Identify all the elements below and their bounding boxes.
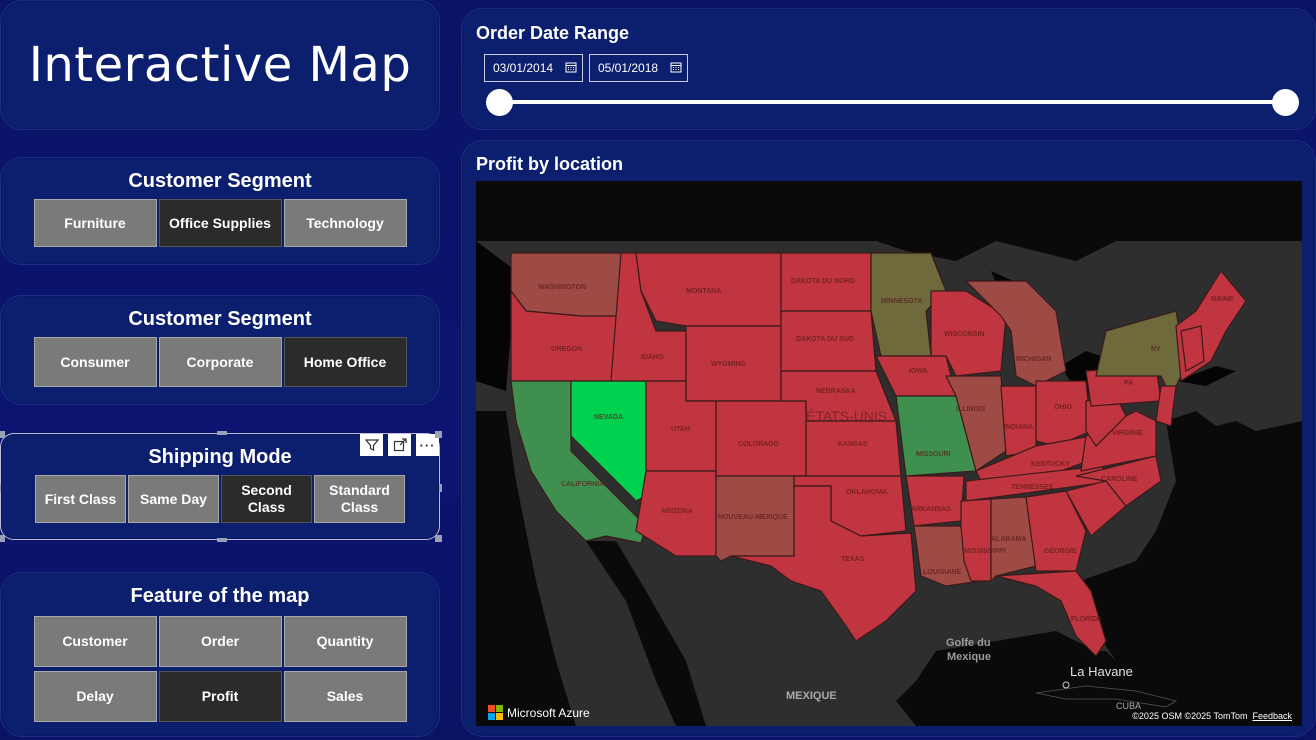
resize-handle[interactable]: [0, 431, 5, 438]
date-slider-start-handle[interactable]: [486, 89, 513, 116]
slicer-button-corporate[interactable]: Corporate: [158, 337, 282, 387]
end-date-value: 05/01/2018: [598, 61, 659, 75]
shipping-slicer[interactable]: ··· Shipping Mode First Class Same Day S…: [0, 431, 442, 542]
svg-text:DAKOTA DU NORD: DAKOTA DU NORD: [791, 278, 855, 285]
slicer-button-standard-class[interactable]: Standard Class: [314, 475, 405, 523]
slicer-button-furniture[interactable]: Furniture: [33, 199, 157, 247]
cuba-label: CUBA: [1116, 701, 1141, 711]
profit-map[interactable]: WASHINGTON OREGON CALIFORNIA NEVADA IDAHO M…: [476, 181, 1302, 726]
microsoft-logo-icon: [488, 705, 503, 720]
svg-text:NOUVEAU-MEXIQUE: NOUVEAU-MEXIQUE: [718, 514, 788, 521]
visual-toolbar: ···: [360, 434, 439, 456]
segment-slicer: Customer Segment Consumer Corporate Home…: [0, 295, 440, 405]
resize-handle[interactable]: [217, 538, 227, 542]
slicer-button-profit[interactable]: Profit: [158, 671, 282, 722]
slicer-button-customer[interactable]: Customer: [33, 616, 157, 667]
map-canvas[interactable]: WASHINGTON OREGON CALIFORNIA NEVADA IDAHO M…: [476, 181, 1302, 726]
map-copyright: ©2025 OSM ©2025 TomTom Feedback: [1132, 711, 1292, 721]
map-title: Profit by location: [476, 154, 624, 174]
svg-text:MISSISSIPPI: MISSISSIPPI: [964, 548, 1006, 555]
slicer-button-sales[interactable]: Sales: [283, 671, 407, 722]
slicer-button-order[interactable]: Order: [158, 616, 282, 667]
slicer-button-same-day[interactable]: Same Day: [128, 475, 219, 523]
svg-text:INDIANA: INDIANA: [1004, 424, 1033, 431]
svg-text:TENNESSEE: TENNESSEE: [1011, 484, 1054, 491]
date-range-title: Order Date Range: [476, 23, 630, 43]
svg-text:CAROLINE: CAROLINE: [1101, 476, 1138, 483]
slicer-button-delay[interactable]: Delay: [33, 671, 157, 722]
resize-handle[interactable]: [0, 535, 5, 542]
slicer-button-technology[interactable]: Technology: [283, 199, 407, 247]
svg-text:DAKOTA DU SUD: DAKOTA DU SUD: [796, 336, 854, 343]
svg-text:WASHINGTON: WASHINGTON: [538, 284, 586, 291]
title-card: Interactive Map: [0, 0, 440, 130]
date-range-slicer: Order Date Range 03/01/2014 05/01/2018: [461, 8, 1316, 130]
svg-text:COLORADO: COLORADO: [738, 441, 779, 448]
svg-text:IOWA: IOWA: [909, 368, 928, 375]
date-slider-end-handle[interactable]: [1272, 89, 1299, 116]
calendar-icon[interactable]: [670, 61, 682, 76]
svg-text:WISCONSIN: WISCONSIN: [944, 331, 984, 338]
map-provider: Microsoft Azure: [507, 705, 590, 720]
svg-text:MAINE: MAINE: [1211, 296, 1234, 303]
svg-text:ARIZONA: ARIZONA: [661, 508, 693, 515]
date-slider-track[interactable]: [500, 100, 1283, 104]
svg-text:NY: NY: [1151, 346, 1161, 353]
slicer-title: Customer Segment: [128, 170, 312, 192]
slicer-button-office-supplies[interactable]: Office Supplies: [158, 199, 282, 247]
svg-text:UTAH: UTAH: [671, 426, 690, 433]
svg-text:MISSOURI: MISSOURI: [916, 451, 951, 458]
feedback-link[interactable]: Feedback: [1252, 711, 1292, 721]
svg-text:IDAHO: IDAHO: [641, 354, 664, 361]
svg-text:ILLINOIS: ILLINOIS: [956, 406, 986, 413]
svg-text:OKLAHOMA: OKLAHOMA: [846, 489, 887, 496]
svg-text:MINNESOTA: MINNESOTA: [881, 298, 922, 305]
svg-text:VIRGINIE: VIRGINIE: [1112, 430, 1143, 437]
resize-handle[interactable]: [439, 484, 442, 492]
start-date-value: 03/01/2014: [493, 61, 554, 75]
start-date-input[interactable]: 03/01/2014: [484, 54, 583, 82]
filter-icon[interactable]: [360, 434, 383, 456]
svg-text:MONTANA: MONTANA: [686, 288, 721, 295]
resize-handle[interactable]: [217, 431, 227, 435]
svg-text:NEVADA: NEVADA: [594, 414, 623, 421]
slicer-button-quantity[interactable]: Quantity: [283, 616, 407, 667]
svg-text:ALABAMA: ALABAMA: [991, 536, 1026, 543]
country-label-usa: ÉTATS-UNIS: [806, 408, 887, 424]
resize-handle[interactable]: [435, 535, 442, 542]
slicer-button-second-class[interactable]: Second Class: [221, 475, 312, 523]
resize-handle[interactable]: [0, 484, 1, 492]
slicer-button-consumer[interactable]: Consumer: [33, 337, 157, 387]
mexico-label: MEXIQUE: [786, 690, 837, 702]
havana-label: La Havane: [1070, 664, 1133, 679]
slicer-button-home-office[interactable]: Home Office: [283, 337, 407, 387]
svg-text:KANSAS: KANSAS: [838, 441, 868, 448]
svg-text:KENTUCKY: KENTUCKY: [1031, 461, 1070, 468]
slicer-title: Feature of the map: [130, 585, 310, 607]
map-visual: Profit by location WASHINGTON OREGON CAL…: [461, 140, 1316, 737]
slicer-title: Customer Segment: [128, 308, 312, 330]
slicer-button-first-class[interactable]: First Class: [35, 475, 126, 523]
microsoft-azure-logo: Microsoft Azure: [488, 705, 590, 720]
svg-text:FLORIDE: FLORIDE: [1071, 616, 1102, 623]
svg-text:MICHIGAN: MICHIGAN: [1016, 356, 1051, 363]
category-slicer: Customer Segment Furniture Office Suppli…: [0, 157, 440, 265]
svg-text:OREGON: OREGON: [551, 346, 582, 353]
svg-text:PA: PA: [1124, 380, 1133, 387]
svg-text:TEXAS: TEXAS: [841, 556, 865, 563]
svg-text:ARKANSAS: ARKANSAS: [911, 506, 951, 513]
page-title: Interactive Map: [28, 37, 412, 93]
calendar-icon[interactable]: [565, 61, 577, 76]
focus-mode-icon[interactable]: [388, 434, 411, 456]
svg-text:GÉORGIE: GÉORGIE: [1044, 546, 1077, 555]
feature-slicer: Feature of the map Customer Order Quanti…: [0, 572, 440, 737]
svg-text:CALIFORNIA: CALIFORNIA: [561, 481, 604, 488]
end-date-input[interactable]: 05/01/2018: [589, 54, 688, 82]
svg-text:OHIO: OHIO: [1054, 404, 1072, 411]
svg-text:NEBRASKA: NEBRASKA: [816, 388, 856, 395]
svg-text:WYOMING: WYOMING: [711, 361, 747, 368]
svg-text:LOUISIANE: LOUISIANE: [923, 569, 961, 576]
resize-handle[interactable]: [435, 431, 442, 438]
